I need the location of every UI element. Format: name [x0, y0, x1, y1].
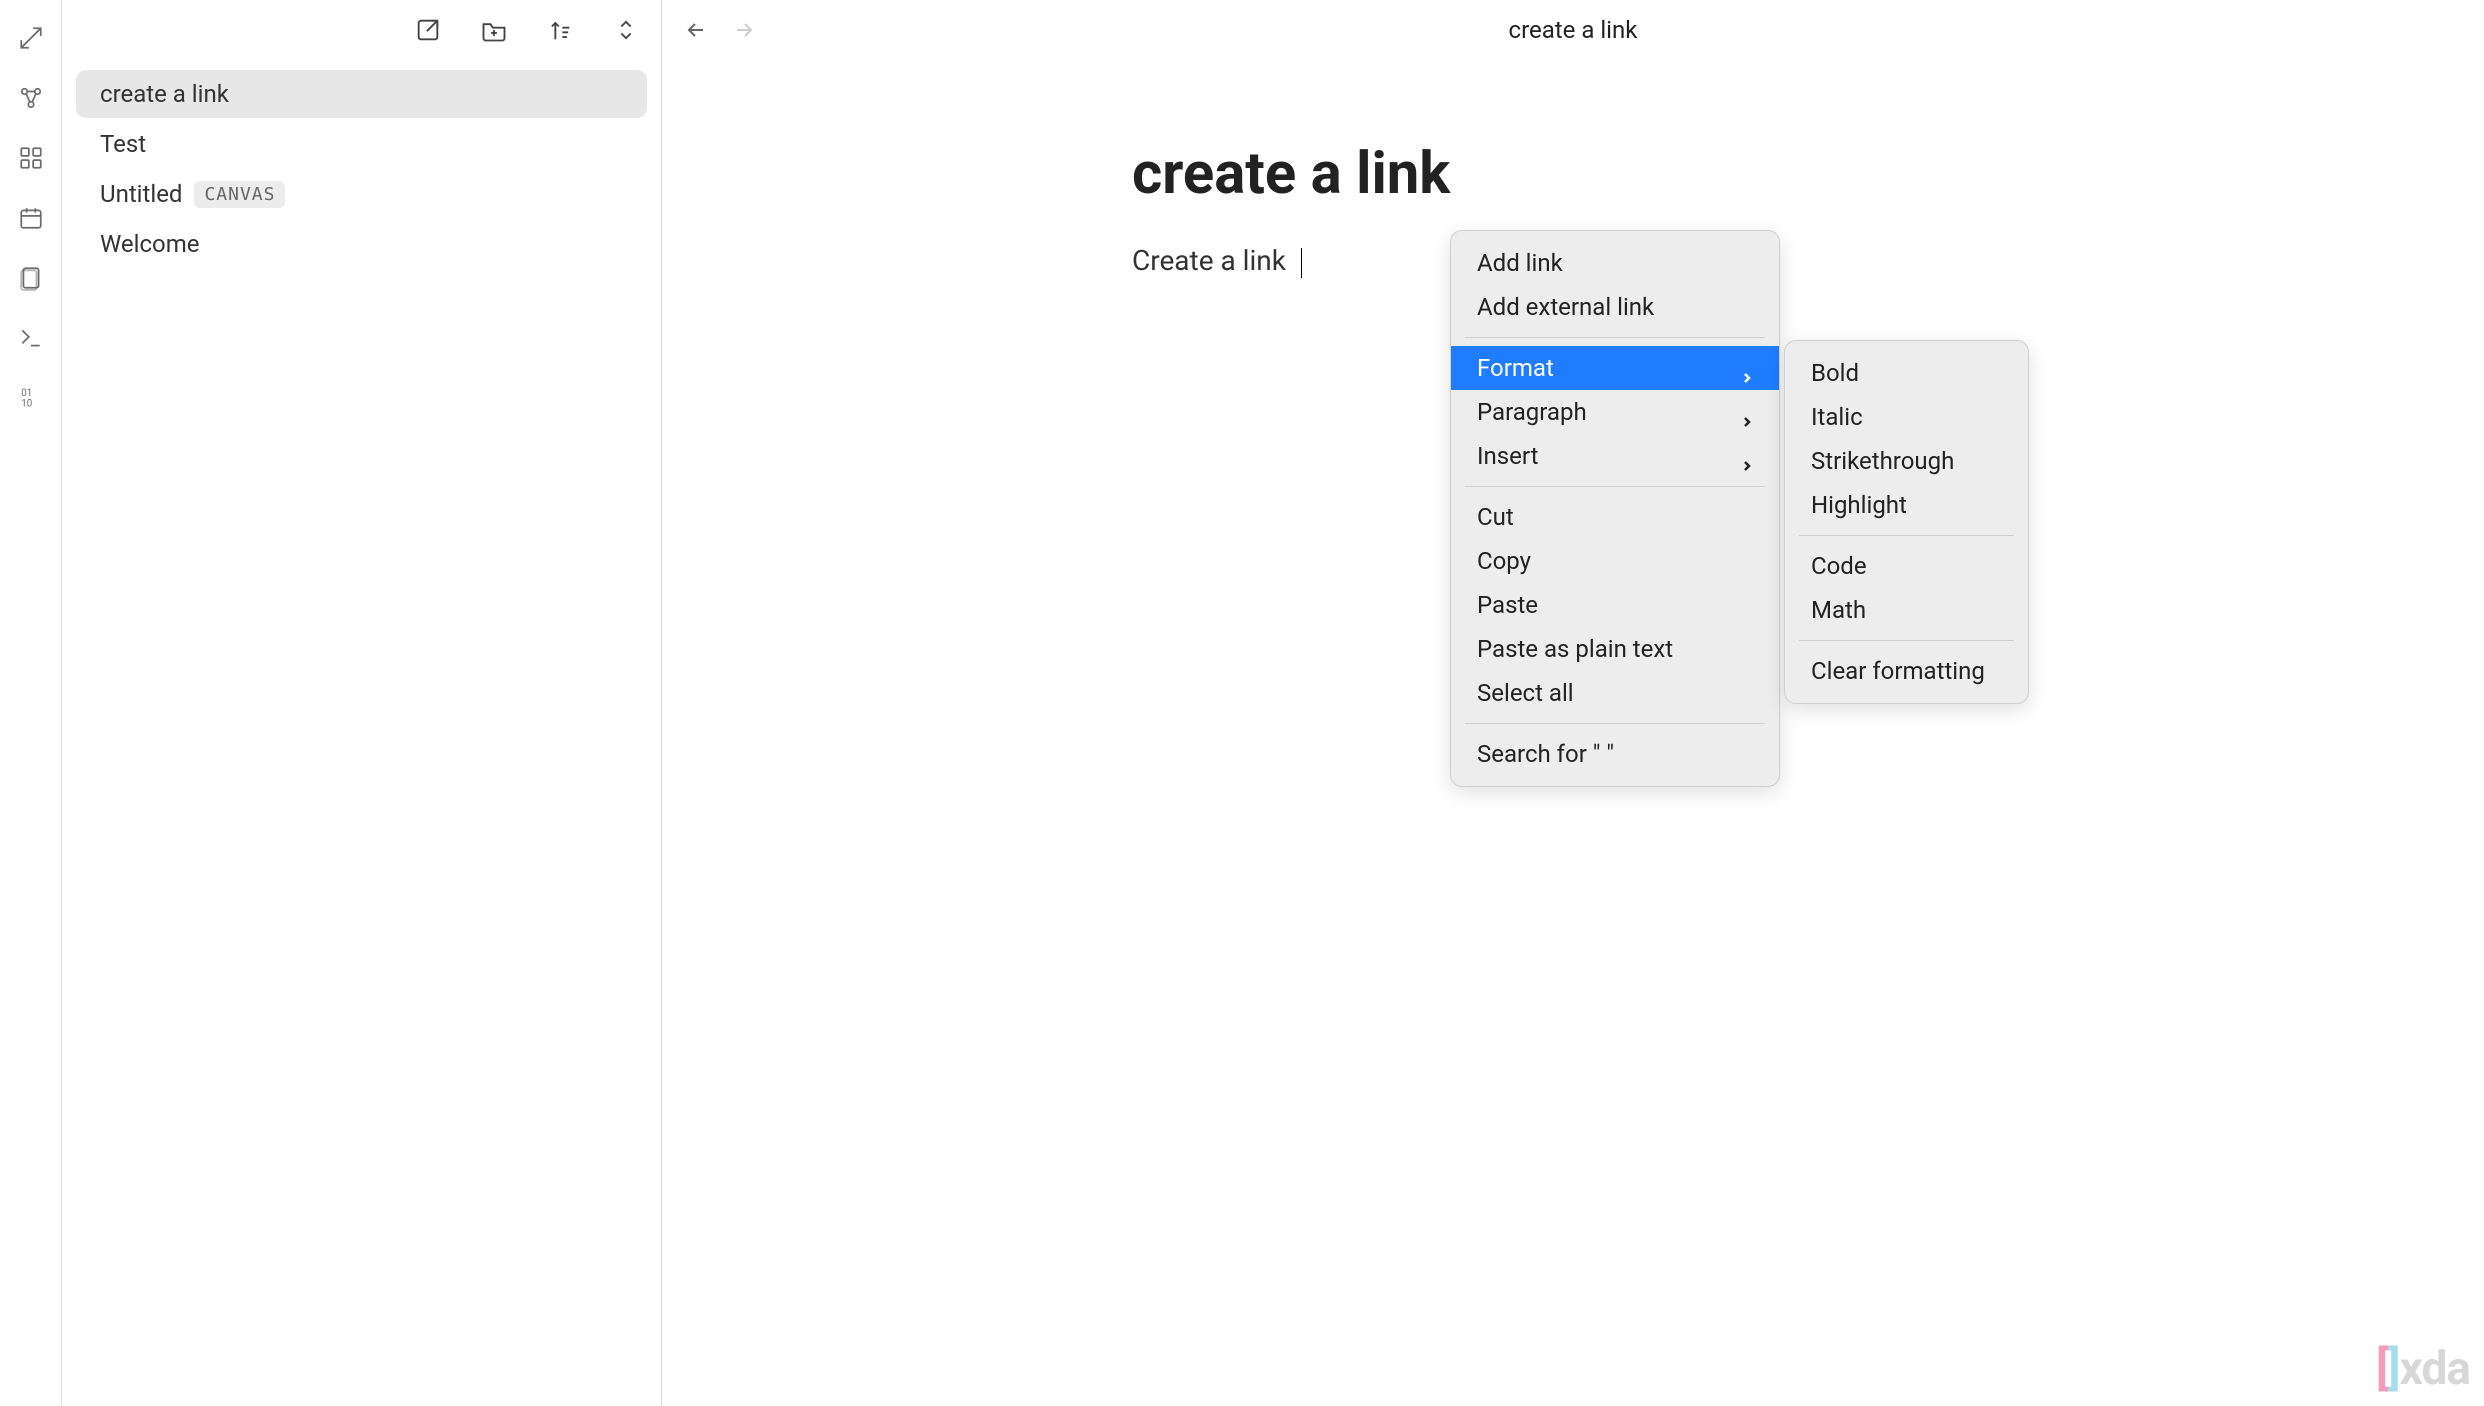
svg-text:01: 01 [21, 388, 32, 399]
submenu-highlight[interactable]: Highlight [1785, 483, 2028, 527]
file-item-label: Test [100, 130, 146, 158]
new-note-icon[interactable] [413, 15, 443, 45]
menu-label: Insert [1477, 442, 1538, 470]
menu-label: Paste [1477, 591, 1538, 619]
left-icon-rail: 0110 [0, 0, 62, 1406]
file-item-create-a-link[interactable]: create a link [76, 70, 647, 118]
submenu-bold[interactable]: Bold [1785, 351, 2028, 395]
graph-view-icon[interactable] [17, 84, 45, 112]
menu-copy[interactable]: Copy [1451, 539, 1779, 583]
nav-forward-button[interactable] [730, 16, 758, 44]
file-item-test[interactable]: Test [76, 120, 647, 168]
menu-paste[interactable]: Paste [1451, 583, 1779, 627]
menu-paste-plain[interactable]: Paste as plain text [1451, 627, 1779, 671]
context-menu: Add link Add external link Format Paragr… [1450, 230, 1780, 787]
quick-switcher-icon[interactable] [17, 24, 45, 52]
document-title[interactable]: create a link [1132, 140, 2024, 208]
sidebar-toolbar [62, 0, 661, 60]
chevron-right-icon [1741, 362, 1753, 374]
menu-paragraph[interactable]: Paragraph [1451, 390, 1779, 434]
menu-label: Add external link [1477, 293, 1654, 321]
chevron-right-icon [1741, 450, 1753, 462]
menu-cut[interactable]: Cut [1451, 495, 1779, 539]
file-item-label: create a link [100, 80, 229, 108]
file-item-untitled[interactable]: Untitled CANVAS [76, 170, 647, 218]
new-folder-icon[interactable] [479, 15, 509, 45]
sidebar: create a link Test Untitled CANVAS Welco… [62, 0, 662, 1406]
menu-label: Code [1811, 552, 1867, 580]
menu-label: Clear formatting [1811, 657, 1985, 685]
binary-icon[interactable]: 0110 [17, 384, 45, 412]
menu-label: Copy [1477, 547, 1531, 575]
body-text: Create a link [1132, 244, 1286, 277]
canvas-badge: CANVAS [194, 181, 285, 208]
templates-icon[interactable] [17, 264, 45, 292]
menu-label: Strikethrough [1811, 447, 1954, 475]
menu-search-for[interactable]: Search for " " [1451, 732, 1779, 776]
nav-back-button[interactable] [682, 16, 710, 44]
main-header: create a link [662, 0, 2484, 60]
command-palette-icon[interactable] [17, 324, 45, 352]
menu-separator [1465, 337, 1765, 338]
submenu-strikethrough[interactable]: Strikethrough [1785, 439, 2028, 483]
menu-separator [1465, 486, 1765, 487]
menu-label: Highlight [1811, 491, 1907, 519]
format-submenu: Bold Italic Strikethrough Highlight Code… [1784, 340, 2029, 704]
submenu-code[interactable]: Code [1785, 544, 2028, 588]
nav-arrows [682, 16, 758, 44]
sort-icon[interactable] [545, 15, 575, 45]
canvas-grid-icon[interactable] [17, 144, 45, 172]
file-list: create a link Test Untitled CANVAS Welco… [62, 60, 661, 278]
menu-label: Bold [1811, 359, 1859, 387]
submenu-italic[interactable]: Italic [1785, 395, 2028, 439]
menu-format[interactable]: Format [1451, 346, 1779, 390]
menu-insert[interactable]: Insert [1451, 434, 1779, 478]
file-item-label: Welcome [100, 230, 200, 258]
menu-label: Math [1811, 596, 1866, 624]
text-cursor [1301, 248, 1303, 278]
menu-label: Select all [1477, 679, 1574, 707]
menu-select-all[interactable]: Select all [1451, 671, 1779, 715]
submenu-math[interactable]: Math [1785, 588, 2028, 632]
chevron-right-icon [1741, 406, 1753, 418]
menu-separator [1465, 723, 1765, 724]
xda-watermark: []xda [2376, 1341, 2470, 1396]
menu-separator [1799, 535, 2014, 536]
file-item-welcome[interactable]: Welcome [76, 220, 647, 268]
menu-add-external-link[interactable]: Add external link [1451, 285, 1779, 329]
daily-note-icon[interactable] [17, 204, 45, 232]
menu-separator [1799, 640, 2014, 641]
header-title: create a link [1509, 16, 1638, 44]
submenu-clear-formatting[interactable]: Clear formatting [1785, 649, 2028, 693]
menu-label: Cut [1477, 503, 1514, 531]
svg-text:10: 10 [21, 399, 32, 410]
menu-label: Search for " " [1477, 740, 1614, 768]
menu-label: Paste as plain text [1477, 635, 1673, 663]
menu-label: Italic [1811, 403, 1863, 431]
document-body[interactable]: Create a link [1132, 244, 1302, 278]
menu-label: Add link [1477, 249, 1563, 277]
file-item-label: Untitled [100, 180, 182, 208]
menu-label: Format [1477, 354, 1554, 382]
menu-add-link[interactable]: Add link [1451, 241, 1779, 285]
menu-label: Paragraph [1477, 398, 1587, 426]
collapse-expand-icon[interactable] [611, 15, 641, 45]
